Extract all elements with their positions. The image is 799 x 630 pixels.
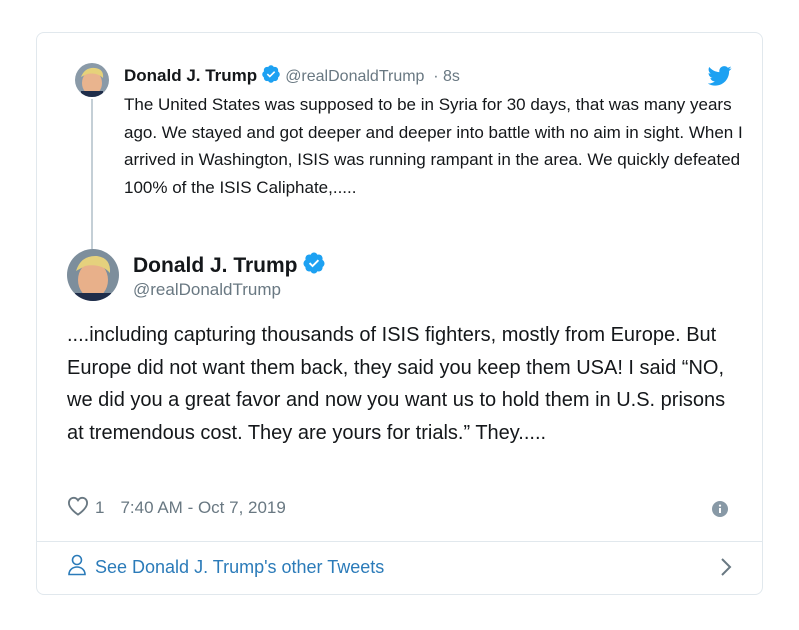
see-other-tweets-label[interactable]: See Donald J. Trump's other Tweets xyxy=(95,557,384,578)
verified-badge-icon xyxy=(302,251,326,282)
see-other-tweets-link[interactable]: See Donald J. Trump's other Tweets xyxy=(67,553,732,581)
parent-tweet-text: The United States was supposed to be in … xyxy=(124,95,743,197)
info-icon[interactable] xyxy=(712,501,728,522)
like-count[interactable]: 1 xyxy=(95,498,104,518)
main-author-handle[interactable]: @realDonaldTrump xyxy=(133,279,281,301)
footer-divider xyxy=(37,541,762,542)
parent-author-name[interactable]: Donald J. Trump xyxy=(124,66,257,85)
heart-icon[interactable] xyxy=(67,496,89,521)
parent-tweet-time[interactable]: · 8s xyxy=(433,68,460,85)
main-author-name-row: Donald J. Trump xyxy=(133,251,326,282)
parent-tweet-header: Donald J. Trump @realDonaldTrump · 8s xyxy=(124,64,460,90)
main-author-name[interactable]: Donald J. Trump xyxy=(133,254,298,277)
main-tweet-text: ....including capturing thousands of ISI… xyxy=(67,324,726,444)
embedded-tweet-card: Donald J. Trump @realDonaldTrump · 8s The… xyxy=(36,32,763,595)
twitter-bird-icon[interactable] xyxy=(707,66,732,91)
verified-badge-icon xyxy=(261,64,281,90)
parent-author-handle[interactable]: @realDonaldTrump xyxy=(285,68,424,85)
thread-connector xyxy=(91,99,93,249)
chevron-right-icon[interactable] xyxy=(720,557,732,582)
tweet-meta-row: 1 7:40 AM - Oct 7, 2019 xyxy=(67,495,286,521)
parent-avatar[interactable] xyxy=(75,63,109,97)
tweet-timestamp[interactable]: 7:40 AM - Oct 7, 2019 xyxy=(120,498,285,518)
person-icon xyxy=(67,554,87,581)
main-avatar[interactable] xyxy=(67,249,119,301)
